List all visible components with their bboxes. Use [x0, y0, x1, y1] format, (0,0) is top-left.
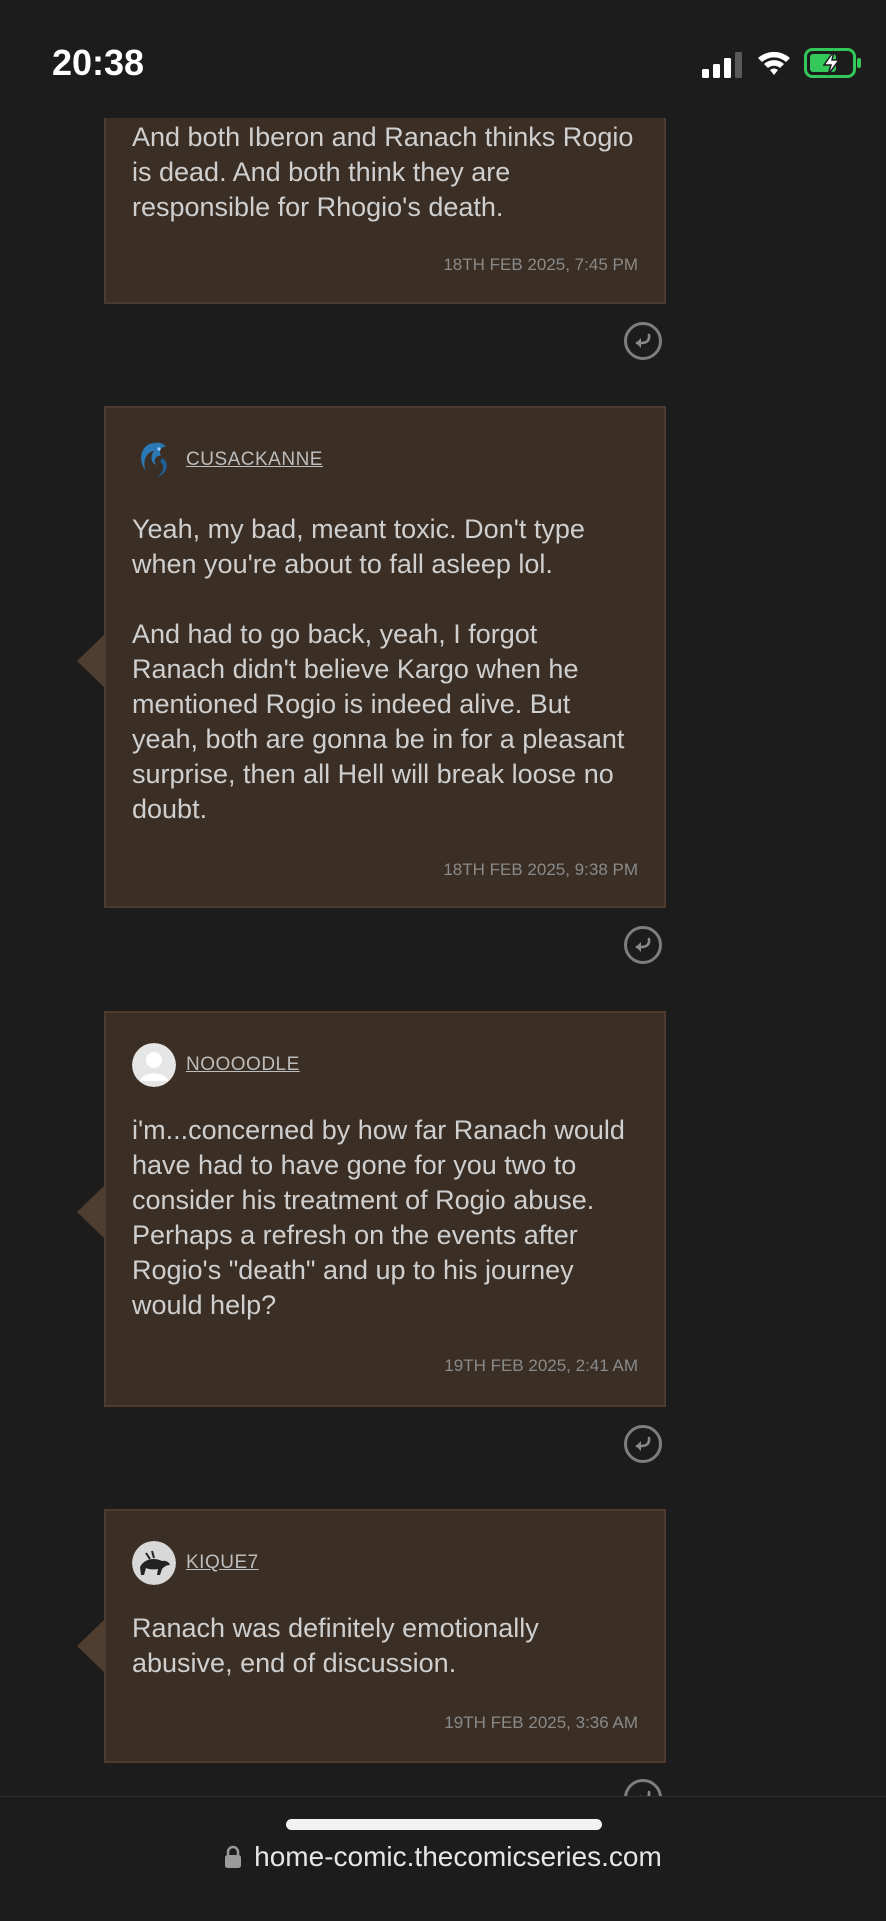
comment-author[interactable]: NOOOODLE — [132, 1043, 300, 1087]
username-link[interactable]: NOOOODLE — [186, 1054, 300, 1076]
avatar[interactable] — [132, 1043, 176, 1087]
blue-dragon-icon — [132, 438, 176, 482]
address-bar[interactable]: home-comic.thecomicseries.com — [0, 1835, 886, 1879]
status-time: 20:38 — [52, 42, 145, 83]
comment-timestamp: 19TH FEB 2025, 3:36 AM — [444, 1713, 638, 1732]
comment-author[interactable]: CUSACKANNE — [132, 438, 323, 482]
comment-thread-viewport[interactable]: And both Iberon and Ranach thinks Rogio … — [0, 0, 886, 1920]
comment-card: NOOOODLE i'm...concerned by how far Rana… — [77, 1011, 666, 1407]
reply-button[interactable] — [624, 926, 662, 964]
battery-charging-icon — [804, 48, 861, 78]
default-user-icon — [132, 1043, 176, 1087]
comment-timestamp: 18TH FEB 2025, 9:38 PM — [443, 860, 638, 879]
username-link[interactable]: KIQUE7 — [186, 1552, 259, 1574]
comment-card: CUSACKANNE Yeah, my bad, meant toxic. Do… — [77, 406, 666, 908]
comment-list: And both Iberon and Ranach thinks Rogio … — [0, 0, 886, 1920]
home-indicator[interactable] — [286, 1819, 602, 1830]
card-pointer — [77, 1185, 105, 1239]
reply-button[interactable] — [624, 322, 662, 360]
reply-button[interactable] — [624, 1425, 662, 1463]
reply-icon — [635, 937, 651, 952]
comment-text: And both Iberon and Ranach thinks Rogio … — [132, 122, 634, 222]
comment-timestamp: 19TH FEB 2025, 2:41 AM — [444, 1356, 638, 1375]
comment-text: i'm...concerned by how far Ranach would … — [132, 1115, 625, 1320]
comment-timestamp: 18TH FEB 2025, 7:45 PM — [443, 255, 638, 274]
username-link[interactable]: CUSACKANNE — [186, 449, 323, 471]
browser-bottom-bar: home-comic.thecomicseries.com — [0, 1796, 886, 1921]
animal-sketch-icon — [132, 1541, 176, 1585]
avatar[interactable] — [132, 438, 176, 482]
card-pointer — [77, 634, 105, 688]
url-text[interactable]: home-comic.thecomicseries.com — [254, 1841, 662, 1873]
comment-card: And both Iberon and Ranach thinks Rogio … — [104, 96, 666, 304]
comment-text: Yeah, my bad, meant toxic. Don't type wh… — [132, 514, 625, 824]
comment-card: KIQUE7 Ranach was definitely emotionally… — [77, 1509, 666, 1763]
reply-icon — [635, 1436, 651, 1451]
comment-text: Ranach was definitely emotionally abusiv… — [132, 1613, 539, 1678]
lock-icon — [225, 1845, 242, 1868]
avatar[interactable] — [132, 1541, 176, 1585]
card-pointer — [77, 1619, 105, 1673]
comment-author[interactable]: KIQUE7 — [132, 1541, 259, 1585]
status-bar: 20:38 — [0, 0, 886, 118]
signal-icon — [702, 52, 742, 78]
wifi-icon — [758, 51, 790, 75]
reply-icon — [635, 333, 651, 348]
